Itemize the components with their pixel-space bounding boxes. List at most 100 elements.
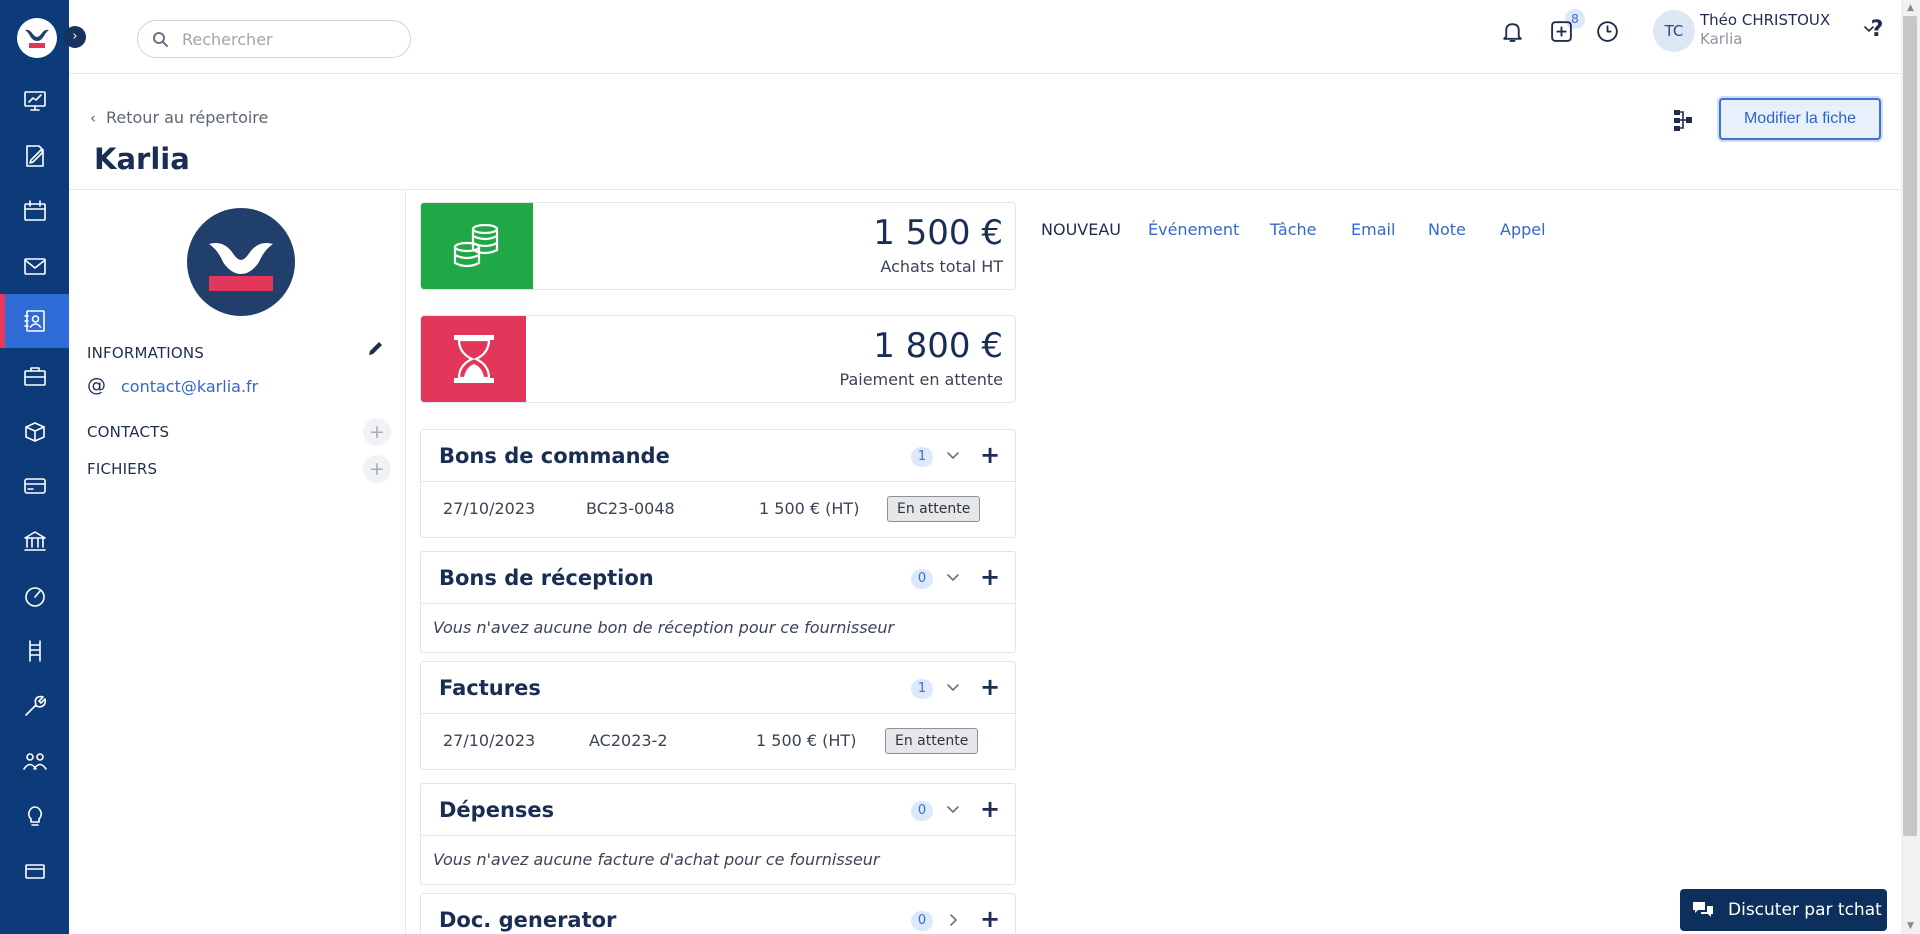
nav-tools[interactable] bbox=[0, 679, 69, 733]
section-title: Doc. generator bbox=[439, 908, 617, 932]
pending-payment-label: Paiement en attente bbox=[839, 370, 1003, 389]
search-input[interactable] bbox=[182, 27, 402, 51]
nav-objectives[interactable] bbox=[0, 569, 69, 623]
row-reference[interactable]: AC2023-2 bbox=[589, 731, 668, 750]
box-icon bbox=[24, 422, 45, 442]
user-avatar[interactable]: TC bbox=[1653, 10, 1695, 52]
chat-button-label: Discuter par tchat bbox=[1728, 900, 1882, 920]
credit-card-icon bbox=[23, 478, 46, 494]
nav-products[interactable] bbox=[0, 404, 69, 458]
count-badge: 0 bbox=[911, 801, 933, 821]
org-tree-icon[interactable] bbox=[1668, 106, 1696, 134]
nav-calendar[interactable] bbox=[0, 184, 69, 238]
add-contact-button[interactable]: + bbox=[363, 418, 391, 446]
empty-state: Vous n'avez aucune bon de réception pour… bbox=[421, 604, 1015, 652]
tab-event[interactable]: Événement bbox=[1148, 220, 1239, 239]
chevron-down-icon[interactable] bbox=[944, 447, 962, 465]
purchases-total-label: Achats total HT bbox=[880, 257, 1003, 276]
nav-team[interactable] bbox=[0, 734, 69, 788]
nav-documents[interactable] bbox=[0, 129, 69, 183]
nav-subscription[interactable] bbox=[0, 844, 69, 898]
help-button[interactable]: ? bbox=[1862, 14, 1892, 46]
mail-icon bbox=[23, 258, 46, 275]
nav-dashboard[interactable] bbox=[0, 74, 69, 128]
purchases-total-amount: 1 500 € bbox=[873, 213, 1003, 253]
add-delivery-receipt-button[interactable]: + bbox=[977, 562, 1003, 592]
count-badge: 0 bbox=[911, 569, 933, 589]
delivery-receipts-header[interactable]: Bons de réception 0 + bbox=[421, 552, 1015, 604]
search-icon bbox=[153, 32, 168, 47]
nav-payments[interactable] bbox=[0, 459, 69, 513]
row-amount: 1 500 € (HT) bbox=[756, 731, 857, 750]
fichiers-label: FICHIERS bbox=[87, 460, 158, 478]
doc-generator-header[interactable]: Doc. generator 0 + bbox=[421, 894, 1015, 934]
table-row[interactable]: 27/10/2023 BC23-0048 1 500 € (HT) En att… bbox=[421, 482, 1015, 537]
card-icon bbox=[24, 864, 45, 879]
empty-message: Vous n'avez aucune bon de réception pour… bbox=[433, 618, 895, 637]
add-invoice-button[interactable]: + bbox=[977, 672, 1003, 702]
karlia-logo[interactable] bbox=[17, 18, 57, 58]
row-reference[interactable]: BC23-0048 bbox=[586, 499, 675, 518]
purchases-icon-box bbox=[421, 203, 533, 289]
chevron-left-icon: ‹ bbox=[90, 108, 96, 127]
purchase-orders-section: Bons de commande 1 + 27/10/2023 BC23-004… bbox=[420, 429, 1016, 538]
quick-add-button[interactable] bbox=[1546, 16, 1576, 46]
informations-label: INFORMATIONS bbox=[87, 344, 205, 362]
bank-icon bbox=[23, 531, 46, 551]
chevron-down-icon[interactable] bbox=[944, 679, 962, 697]
expenses-header[interactable]: Dépenses 0 + bbox=[421, 784, 1015, 836]
chat-bubbles-icon bbox=[1693, 902, 1713, 917]
invoices-header[interactable]: Factures 1 + bbox=[421, 662, 1015, 714]
scrollbar-thumb[interactable] bbox=[1903, 16, 1917, 836]
status-badge: En attente bbox=[887, 496, 981, 522]
coins-stack-icon bbox=[453, 223, 499, 268]
tab-note[interactable]: Note bbox=[1428, 220, 1466, 239]
chat-button[interactable]: Discuter par tchat bbox=[1680, 889, 1887, 931]
plus-square-icon bbox=[1550, 20, 1572, 42]
chevron-down-icon[interactable] bbox=[944, 801, 962, 819]
tab-email[interactable]: Email bbox=[1351, 220, 1395, 239]
karlia-logo-icon bbox=[25, 29, 49, 48]
nav-projects[interactable] bbox=[0, 624, 69, 678]
nav-contacts[interactable] bbox=[0, 294, 69, 348]
user-company: Karlia bbox=[1700, 30, 1743, 48]
sidebar-expand-button[interactable]: › bbox=[64, 26, 86, 48]
add-purchase-order-button[interactable]: + bbox=[977, 440, 1003, 470]
wrench-icon bbox=[24, 695, 46, 716]
modify-record-button[interactable]: Modifier la fiche bbox=[1719, 98, 1881, 140]
add-document-button[interactable]: + bbox=[977, 904, 1003, 934]
search-box[interactable] bbox=[137, 20, 411, 58]
purchase-orders-header[interactable]: Bons de commande 1 + bbox=[421, 430, 1015, 482]
add-file-button[interactable]: + bbox=[363, 455, 391, 483]
pending-icon-box bbox=[421, 316, 526, 402]
scroll-down-arrow[interactable]: ▼ bbox=[1901, 918, 1920, 934]
scroll-up-arrow[interactable]: ▲ bbox=[1901, 0, 1920, 16]
clock-icon bbox=[1596, 20, 1618, 42]
section-title: Dépenses bbox=[439, 798, 555, 822]
table-row[interactable]: 27/10/2023 AC2023-2 1 500 € (HT) En atte… bbox=[421, 714, 1015, 769]
nav-business[interactable] bbox=[0, 349, 69, 403]
empty-state: Vous n'avez aucune facture d'achat pour … bbox=[421, 836, 1015, 884]
chevron-down-icon[interactable] bbox=[944, 569, 962, 587]
page-title: Karlia bbox=[94, 142, 190, 176]
edit-document-icon bbox=[25, 145, 44, 167]
nav-mail[interactable] bbox=[0, 239, 69, 293]
nav-ideas[interactable] bbox=[0, 789, 69, 843]
bell-icon bbox=[1502, 22, 1522, 42]
nav-bank[interactable] bbox=[0, 514, 69, 568]
count-badge: 1 bbox=[911, 447, 933, 467]
add-expense-button[interactable]: + bbox=[977, 794, 1003, 824]
sidebar bbox=[0, 0, 69, 934]
back-to-directory-link[interactable]: ‹ Retour au répertoire bbox=[90, 108, 268, 127]
user-name[interactable]: Théo CHRISTOUX bbox=[1700, 11, 1830, 29]
contact-email-link[interactable]: contact@karlia.fr bbox=[121, 377, 258, 396]
history-button[interactable] bbox=[1592, 16, 1622, 46]
chevron-right-icon[interactable] bbox=[944, 911, 962, 929]
purchases-total-card: 1 500 € Achats total HT bbox=[420, 202, 1016, 290]
pencil-icon[interactable] bbox=[367, 340, 384, 357]
ladder-icon bbox=[28, 640, 41, 662]
tab-call[interactable]: Appel bbox=[1500, 220, 1546, 239]
tab-task[interactable]: Tâche bbox=[1270, 220, 1317, 239]
notifications-button[interactable] bbox=[1497, 16, 1527, 46]
dashboard-icon bbox=[23, 91, 46, 111]
